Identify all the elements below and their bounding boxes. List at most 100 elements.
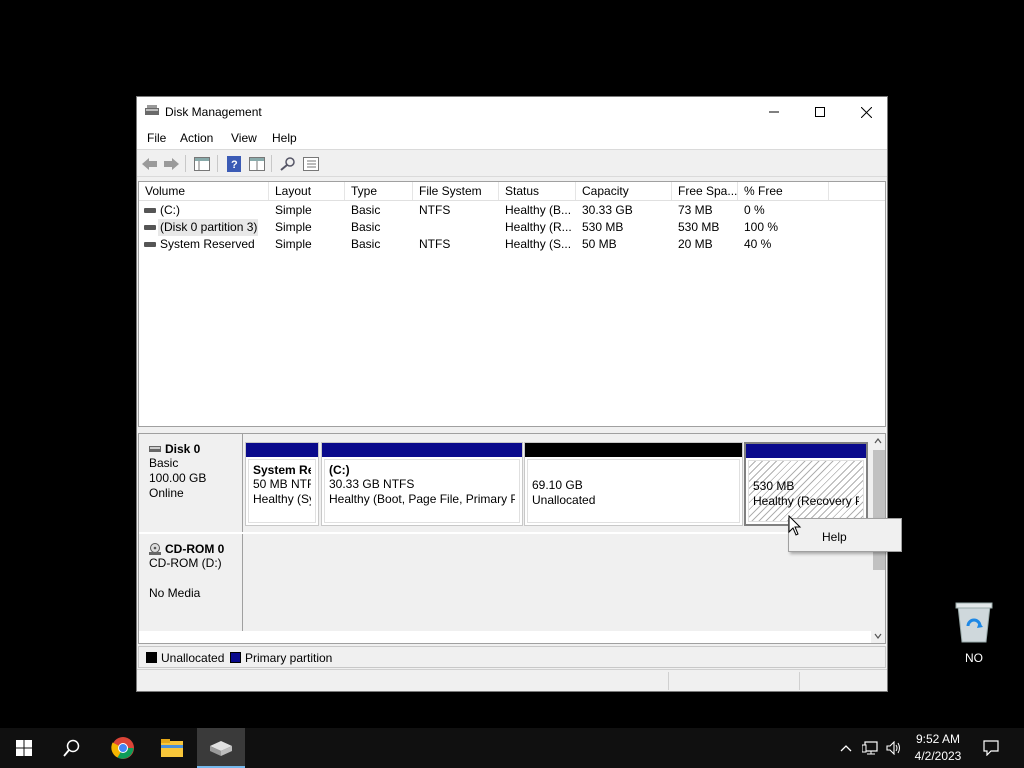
partition-unallocated[interactable]: 69.10 GB Unallocated [524,442,743,526]
disk-graphical-view[interactable]: Disk 0 Basic 100.00 GB Online System Res… [138,433,886,644]
column-volume[interactable]: Volume [139,182,269,200]
cdrom-drive: CD-ROM (D:) [149,556,222,570]
chevron-up-icon [840,745,852,752]
disk-management-window: Disk Management File Action View Help ? [136,96,888,692]
volume-type: Basic [351,237,381,251]
legend: Unallocated Primary partition [138,646,886,668]
column-file-system[interactable]: File System [413,182,499,200]
taskbar-file-explorer[interactable] [148,728,196,768]
cdrom-media: No Media [149,586,201,600]
volume-control[interactable] [886,740,902,756]
network-status[interactable] [862,740,878,756]
partition-c[interactable]: (C:) 30.33 GB NTFS Healthy (Boot, Page F… [321,442,523,526]
cdrom-0-info[interactable]: CD-ROM 0 CD-ROM (D:) No Media [139,534,243,631]
menu-help[interactable]: Help [272,131,297,145]
cdrom-0-row: CD-ROM 0 CD-ROM (D:) No Media [139,534,871,631]
back-arrow-icon [142,157,157,170]
volume-row[interactable]: (Disk 0 partition 3) Simple Basic Health… [139,219,885,236]
volume-capacity: 30.33 GB [582,203,633,217]
mouse-cursor-icon [788,515,802,536]
menu-file[interactable]: File [147,131,166,145]
context-menu-help[interactable]: Help [822,530,847,544]
search-button[interactable] [48,728,96,768]
rescan-button[interactable] [279,155,297,172]
menu-view[interactable]: View [231,131,257,145]
forward-arrow-icon [164,157,179,170]
notification-icon [983,740,999,756]
column-status[interactable]: Status [499,182,576,200]
volume-layout: Simple [275,220,312,234]
close-button[interactable] [843,97,889,127]
settings-button[interactable] [302,155,320,172]
primary-partition-bar [746,444,866,458]
recycle-bin[interactable]: NO [944,600,1004,665]
clock-time: 9:52 AM [915,732,961,746]
title-bar[interactable]: Disk Management [137,97,887,127]
properties-view-button[interactable] [248,155,266,172]
volume-status: Healthy (B... [505,203,572,217]
disk-0-size: 100.00 GB [149,471,207,485]
chrome-icon [111,737,134,759]
scroll-up-icon[interactable] [871,434,885,448]
volume-name: (C:) [160,203,180,217]
volume-status: Healthy (R... [505,220,572,234]
legend-primary-swatch [230,652,241,663]
partition-status: Healthy (Boot, Page File, Primary Pa [329,492,515,506]
volume-drive-icon [144,225,156,230]
volume-free: 530 MB [678,220,720,234]
recycle-bin-icon [955,602,993,643]
settings-list-icon [303,156,319,171]
legend-unallocated: Unallocated [161,651,225,665]
partition-size: 69.10 GB [532,478,583,492]
volume-percent-free: 0 % [744,203,765,217]
forward-button[interactable] [163,155,181,172]
volume-list[interactable]: Volume Layout Type File System Status Ca… [138,181,886,427]
taskbar-chrome[interactable] [99,728,147,768]
status-bar [137,669,887,691]
action-center-button[interactable] [983,740,999,756]
volume-free: 20 MB [678,237,713,251]
disk-0-label: Disk 0 [149,442,242,456]
column-type[interactable]: Type [345,182,413,200]
volume-row[interactable]: (C:) Simple Basic NTFS Healthy (B... 30.… [139,202,885,219]
clock-date: 4/2/2023 [914,749,962,763]
taskbar-disk-management[interactable] [197,728,245,768]
cdrom-0-name: CD-ROM 0 [165,542,225,556]
show-hidden-icons[interactable] [838,740,854,756]
disk-0-type: Basic [149,456,179,470]
partition-body: (C:) 30.33 GB NTFS Healthy (Boot, Page F… [324,459,520,523]
column-capacity[interactable]: Capacity [576,182,672,200]
primary-partition-bar [246,443,318,457]
volume-free: 73 MB [678,203,713,217]
disk-0-state: Online [149,486,184,500]
column-free-space[interactable]: Free Spa... [672,182,738,200]
show-hide-tree-button[interactable] [193,155,211,172]
menu-action[interactable]: Action [180,131,213,145]
partition-title [532,463,735,478]
partition-size: 30.33 GB NTFS [329,477,415,491]
cdrom-0-label: CD-ROM 0 [149,542,242,556]
scroll-down-icon[interactable] [871,629,885,643]
volume-status: Healthy (S... [505,237,572,251]
help-button[interactable]: ? [225,155,243,172]
maximize-button[interactable] [797,97,843,127]
column-percent-free[interactable]: % Free [738,182,829,200]
column-layout[interactable]: Layout [269,182,345,200]
volume-drive-icon [144,208,156,213]
partition-recovery[interactable]: 530 MB Healthy (Recovery Pa [744,442,868,526]
volume-list-header: Volume Layout Type File System Status Ca… [139,182,885,201]
console-tree-icon [194,156,210,171]
partition-body: 69.10 GB Unallocated [527,459,740,523]
disk-icon [149,446,161,452]
clock[interactable]: 9:52 AM 4/2/2023 [906,731,970,765]
start-button[interactable] [0,728,48,768]
disk-0-row: Disk 0 Basic 100.00 GB Online System Res… [139,434,871,532]
partition-system-reserved[interactable]: System Res 50 MB NTFS Healthy (Sy [245,442,319,526]
volume-row[interactable]: System Reserved Simple Basic NTFS Health… [139,236,885,253]
disk-0-info[interactable]: Disk 0 Basic 100.00 GB Online [139,434,243,532]
back-button[interactable] [141,155,159,172]
minimize-button[interactable] [751,97,797,127]
scrollbar-thumb[interactable] [873,450,885,570]
legend-unallocated-swatch [146,652,157,663]
network-icon [862,741,878,755]
